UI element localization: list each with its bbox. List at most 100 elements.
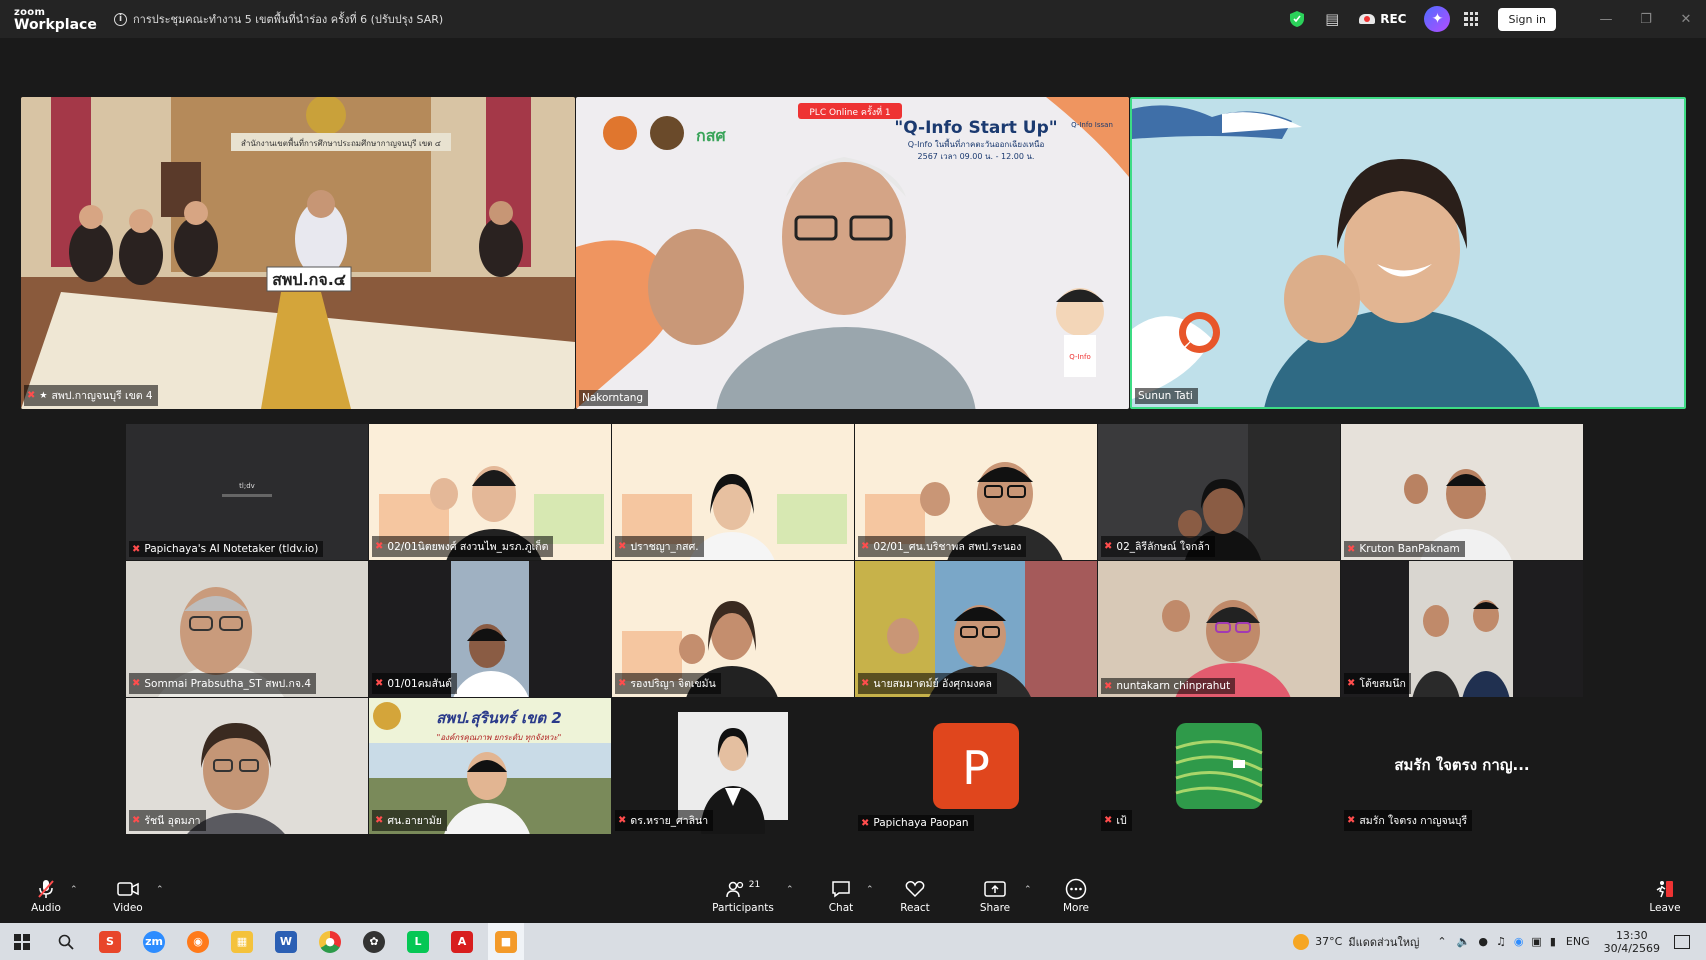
participant-name-tag: ✖ 01/01คมสันต์ xyxy=(372,673,458,694)
volume-icon[interactable]: ♫ xyxy=(1496,935,1506,948)
participant-name-tag: ✖ 02/01_ศน.บริชาพล สพป.ระนอง xyxy=(858,536,1027,557)
participant-tile[interactable]: ✖ รองปริญา จิตเขมัน xyxy=(612,561,854,697)
participant-name-tag: ✖ nuntakarn chinprahut xyxy=(1101,678,1236,694)
zoom-tray-icon[interactable]: ◉ xyxy=(1514,935,1524,948)
close-icon[interactable]: ✕ xyxy=(1666,12,1706,27)
video-button[interactable]: Video xyxy=(110,877,146,914)
surin-banner-sub: "องค์กรคุณภาพ ยกระดับ ทุกจังหวะ" xyxy=(437,732,562,743)
participant-name: ปราชญา_กสศ. xyxy=(630,541,699,553)
search-icon[interactable] xyxy=(48,923,84,960)
slide-title: "Q-Info Start Up" xyxy=(894,118,1057,138)
clock-date: 30/4/2569 xyxy=(1603,941,1660,955)
participant-tile[interactable]: สพป.สุรินทร์ เขต 2 "องค์กรคุณภาพ ยกระดับ … xyxy=(369,698,611,834)
participant-tile[interactable]: ✖ Sommai Prabsutha_ST สพป.กจ.4 xyxy=(126,561,368,697)
language-indicator[interactable]: ENG xyxy=(1566,935,1590,948)
participant-tile[interactable]: ✖ เป้ xyxy=(1098,698,1340,834)
audio-options-chevron-icon[interactable]: ⌃ xyxy=(70,885,78,895)
participant-tile[interactable]: ✖ nuntakarn chinprahut xyxy=(1098,561,1340,697)
participant-tile[interactable]: ✖ ปราชญา_กสศ. xyxy=(612,424,854,560)
nakorntang-scene: กสศ PLC Online ครั้งที่ 1 "Q-Info Start … xyxy=(576,97,1129,409)
share-button[interactable]: Share xyxy=(978,877,1012,914)
chat-options-chevron-icon[interactable]: ⌃ xyxy=(866,885,874,895)
participant-name-tag: ✖ Kruton BanPaknam xyxy=(1344,541,1465,557)
participant-tile[interactable]: ✖ 02/01นิตยพงศ์ สงวนไพ_มรภ.ภูเก็ต xyxy=(369,424,611,560)
share-label: Share xyxy=(979,902,1011,914)
video-label: Video xyxy=(113,902,143,914)
sign-in-button[interactable]: Sign in xyxy=(1498,7,1556,31)
participant-name-tag: ✖ Papichaya's AI Notetaker (tldv.io) xyxy=(129,541,324,557)
participant-tile[interactable]: สมรัก ใจตรง กาญ... ✖ สมรัก ใจตรง กาญจนบุรี xyxy=(1341,698,1583,834)
taskbar-app-s-icon[interactable]: S xyxy=(92,923,128,960)
weather-desc[interactable]: มีแดดส่วนใหญ่ xyxy=(1348,933,1419,951)
mic-muted-icon: ✖ xyxy=(375,541,384,552)
taskbar-firefox-icon[interactable]: ◉ xyxy=(180,923,216,960)
clock[interactable]: 13:30 30/4/2569 xyxy=(1604,929,1660,955)
participant-video: P xyxy=(855,698,1097,834)
participant-tile[interactable]: ✖ 02_ลิรีลักษณ์ ใจกล้า xyxy=(1098,424,1340,560)
video-options-chevron-icon[interactable]: ⌃ xyxy=(156,885,164,895)
taskbar-app-active-icon[interactable]: ■ xyxy=(488,923,524,960)
more-button[interactable]: More xyxy=(1060,877,1092,914)
participant-tile[interactable]: ✖ โต้ขสมนึก xyxy=(1341,561,1583,697)
participants-button[interactable]: 21 Participants xyxy=(710,877,776,914)
room-sign: สพป.กจ.๔ xyxy=(272,270,346,289)
featured-video-2[interactable]: กสศ PLC Online ครั้งที่ 1 "Q-Info Start … xyxy=(576,97,1129,409)
surin-banner: สพป.สุรินทร์ เขต 2 xyxy=(436,709,562,728)
apps-grid-icon[interactable] xyxy=(1464,12,1479,26)
participant-name-tag: Sunun Tati xyxy=(1135,388,1198,404)
info-icon[interactable]: i xyxy=(114,12,127,26)
taskbar-file-explorer-icon[interactable]: ▦ xyxy=(224,923,260,960)
participant-tile[interactable]: ✖ 02/01_ศน.บริชาพล สพป.ระนอง xyxy=(855,424,1097,560)
participant-tile[interactable]: ✖ ดร.หราย_ศาลินา xyxy=(612,698,854,834)
taskbar-zoom-icon[interactable]: zm xyxy=(136,923,172,960)
taskbar-word-icon[interactable]: W xyxy=(268,923,304,960)
brand-text: กสศ xyxy=(696,126,726,145)
participant-tile[interactable]: ✖ 01/01คมสันต์ xyxy=(369,561,611,697)
featured-video-3-active-speaker[interactable]: Sunun Tati xyxy=(1130,97,1686,409)
title-bar: zoom Workplace i การประชุมคณะทำงาน 5 เขต… xyxy=(0,0,1706,38)
share-options-chevron-icon[interactable]: ⌃ xyxy=(1024,885,1032,895)
mic-muted-icon: ✖ xyxy=(375,815,384,826)
taskbar-line-icon[interactable]: L xyxy=(400,923,436,960)
participant-tile[interactable]: ✖ นายสมมาตม์ย์ อังศุกมงคล xyxy=(855,561,1097,697)
taskbar-app-bug-icon[interactable]: ✿ xyxy=(356,923,392,960)
notification-icon[interactable] xyxy=(1674,934,1690,949)
windows-start-icon[interactable] xyxy=(4,923,40,960)
participant-tile[interactable]: P ✖ Papichaya Paopan xyxy=(855,698,1097,834)
featured-video-1[interactable]: สำนักงานเขตพื้นที่การศึกษาประถมศึกษากาญจ… xyxy=(21,97,575,409)
participant-tile[interactable]: tl;dv ✖ Papichaya's AI Notetaker (tldv.io) xyxy=(126,424,368,560)
room-banner: สำนักงานเขตพื้นที่การศึกษาประถมศึกษากาญจ… xyxy=(241,137,441,148)
participant-tile[interactable]: ✖ Kruton BanPaknam xyxy=(1341,424,1583,560)
minimize-icon[interactable]: — xyxy=(1586,12,1626,27)
windows-taskbar: S zm ◉ ▦ W ● ✿ L A ■ 37°C มีแดดส่วนใหญ่ … xyxy=(0,923,1706,960)
taskbar-acrobat-icon[interactable]: A xyxy=(444,923,480,960)
mic-muted-icon: ✖ xyxy=(618,815,627,826)
shield-icon[interactable] xyxy=(1289,10,1305,28)
weather-sun-icon[interactable] xyxy=(1293,933,1310,950)
participant-name: นายสมมาตม์ย์ อังศุกมงคล xyxy=(873,678,992,690)
mic-muted-icon: ✖ xyxy=(618,678,627,689)
rec-button[interactable]: REC xyxy=(1359,12,1406,26)
chat-button[interactable]: Chat xyxy=(826,877,856,914)
meeting-info[interactable]: i การประชุมคณะทำงาน 5 เขตพื้นที่นำร่อง ค… xyxy=(114,10,443,28)
audio-button[interactable]: Audio xyxy=(28,877,64,914)
participant-name: ศน.อายามัย xyxy=(387,815,442,827)
participant-tile[interactable]: ✖ รัชนี อุดมภา xyxy=(126,698,368,834)
notes-icon[interactable]: ▤ xyxy=(1323,10,1341,28)
taskbar-chrome-icon[interactable]: ● xyxy=(312,923,348,960)
participant-video xyxy=(1098,561,1340,697)
network-icon[interactable]: ▣ xyxy=(1531,935,1541,948)
chevron-up-icon[interactable]: ⌃ xyxy=(1437,935,1446,948)
microphone-icon[interactable]: ● xyxy=(1478,935,1488,948)
mic-muted-icon: ✖ xyxy=(132,815,141,826)
leave-button[interactable]: Leave xyxy=(1648,877,1682,914)
speaker-icon[interactable]: 🔈 xyxy=(1457,935,1471,948)
participants-options-chevron-icon[interactable]: ⌃ xyxy=(786,885,794,895)
participant-name: 02/01นิตยพงศ์ สงวนไพ_มรภ.ภูเก็ต xyxy=(387,541,549,553)
restore-icon[interactable]: ❐ xyxy=(1626,12,1666,27)
battery-icon[interactable]: ▮ xyxy=(1550,935,1556,948)
system-tray: 37°C มีแดดส่วนใหญ่ ⌃ 🔈 ● ♫ ◉ ▣ ▮ ENG 13:… xyxy=(1293,923,1706,960)
weather-temp[interactable]: 37°C xyxy=(1315,935,1342,948)
ai-companion-icon[interactable]: ✦ xyxy=(1424,6,1451,32)
react-button[interactable]: React xyxy=(898,877,932,914)
